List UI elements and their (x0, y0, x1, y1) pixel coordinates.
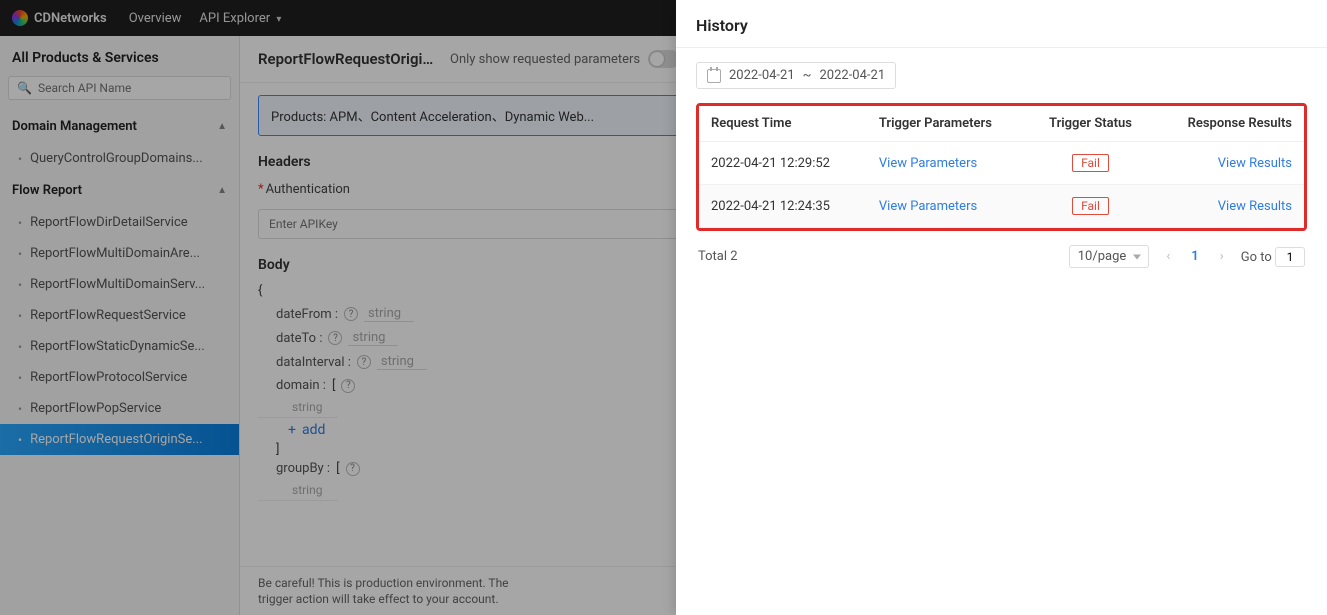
cell-request-time: 2022-04-21 12:24:35 (699, 185, 867, 228)
calendar-icon (707, 69, 721, 83)
goto-label: Go to (1241, 250, 1272, 265)
sidebar-item[interactable]: ReportFlowStaticDynamicSe... (0, 331, 239, 362)
collapse-icon: ▲ (217, 121, 227, 132)
search-input[interactable] (38, 81, 222, 95)
date-from: 2022-04-21 (729, 68, 795, 83)
date-to: 2022-04-21 (819, 68, 885, 83)
history-row: 2022-04-21 12:24:35 View Parameters Fail Vi… (699, 185, 1304, 228)
group-domain-mgmt-label: Domain Management (12, 119, 137, 134)
sidebar-item[interactable]: ReportFlowPopService (0, 393, 239, 424)
sidebar-item[interactable]: QueryControlGroupDomains... (0, 143, 239, 174)
help-icon[interactable]: ? (328, 331, 342, 345)
page-current[interactable]: 1 (1187, 249, 1202, 264)
nav-api-explorer[interactable]: API Explorer ▾ (199, 11, 281, 26)
brand: CDNetworks (12, 10, 107, 26)
status-fail-badge: Fail (1072, 154, 1109, 172)
view-parameters-link[interactable]: View Parameters (879, 199, 977, 214)
sidebar-item[interactable]: ReportFlowRequestService (0, 300, 239, 331)
col-trigger-status: Trigger Status (1028, 106, 1153, 142)
group-domain-mgmt[interactable]: Domain Management ▲ (0, 110, 239, 143)
help-icon[interactable]: ? (357, 355, 371, 369)
search-icon: 🔍 (17, 81, 32, 95)
sidebar: All Products & Services 🔍 Domain Managem… (0, 36, 240, 615)
brand-name: CDNetworks (34, 11, 107, 26)
param-type[interactable]: string (348, 330, 398, 346)
param-type[interactable]: string (377, 354, 427, 370)
param-groupby-label: groupBy : (276, 461, 330, 476)
param-name: dateFrom : (276, 307, 338, 322)
production-warning: Be careful! This is production environme… (258, 575, 518, 607)
cell-request-time: 2022-04-21 12:29:52 (699, 142, 867, 185)
history-title: History (676, 0, 1327, 48)
total-count: Total 2 (698, 249, 738, 264)
per-page-select[interactable]: 10/page (1069, 245, 1150, 268)
groupby-item-type: string (258, 480, 338, 501)
date-range-picker[interactable]: 2022-04-21 ~ 2022-04-21 (696, 62, 896, 89)
view-results-link[interactable]: View Results (1218, 156, 1292, 171)
help-icon[interactable]: ? (341, 379, 355, 393)
products-text: Products: APM、Content Acceleration、Dynam… (271, 106, 594, 125)
goto-page: Go to (1241, 247, 1305, 267)
param-domain-label: domain : (276, 378, 326, 393)
goto-input[interactable] (1275, 247, 1305, 267)
group-flow-report[interactable]: Flow Report ▲ (0, 174, 239, 207)
history-table-highlight: Request Time Trigger Parameters Trigger … (696, 103, 1307, 231)
history-row: 2022-04-21 12:29:52 View Parameters Fail Vi… (699, 142, 1304, 185)
nav-overview[interactable]: Overview (129, 11, 182, 26)
brand-logo-icon (12, 10, 28, 26)
col-response-results: Response Results (1153, 106, 1304, 142)
collapse-icon: ▲ (217, 185, 227, 196)
param-name: dateTo : (276, 331, 322, 346)
help-icon[interactable]: ? (344, 307, 358, 321)
help-icon[interactable]: ? (346, 462, 360, 476)
api-title: ReportFlowRequestOrigin... (258, 50, 438, 68)
sidebar-title: All Products & Services (0, 36, 239, 76)
sidebar-item[interactable]: ReportFlowMultiDomainAre... (0, 238, 239, 269)
page-next[interactable]: › (1213, 249, 1231, 264)
date-tilde: ~ (803, 68, 812, 83)
param-name: dataInterval : (276, 355, 351, 370)
history-drawer: History 2022-04-21 ~ 2022-04-21 Request … (676, 0, 1327, 615)
history-table: Request Time Trigger Parameters Trigger … (699, 106, 1304, 228)
sidebar-item[interactable]: ReportFlowProtocolService (0, 362, 239, 393)
status-fail-badge: Fail (1072, 197, 1109, 215)
col-trigger-params: Trigger Parameters (867, 106, 1028, 142)
sidebar-item[interactable]: ReportFlowMultiDomainServ... (0, 269, 239, 300)
view-parameters-link[interactable]: View Parameters (879, 156, 977, 171)
domain-item-type: string (258, 397, 338, 418)
sidebar-item[interactable]: ReportFlowDirDetailService (0, 207, 239, 238)
only-show-label: Only show requested parameters (450, 52, 640, 67)
search-api[interactable]: 🔍 (8, 76, 231, 100)
param-type[interactable]: string (364, 306, 414, 322)
pagination: Total 2 10/page ‹ 1 › Go to (696, 231, 1307, 268)
group-flow-report-label: Flow Report (12, 183, 82, 198)
nav-api-explorer-label: API Explorer (199, 11, 270, 26)
sidebar-item[interactable]: ReportFlowRequestOriginSe... (0, 424, 239, 455)
auth-label: *Authentication (258, 182, 350, 197)
chevron-down-icon: ▾ (276, 14, 281, 25)
col-request-time: Request Time (699, 106, 867, 142)
page-prev[interactable]: ‹ (1159, 249, 1177, 264)
view-results-link[interactable]: View Results (1218, 199, 1292, 214)
